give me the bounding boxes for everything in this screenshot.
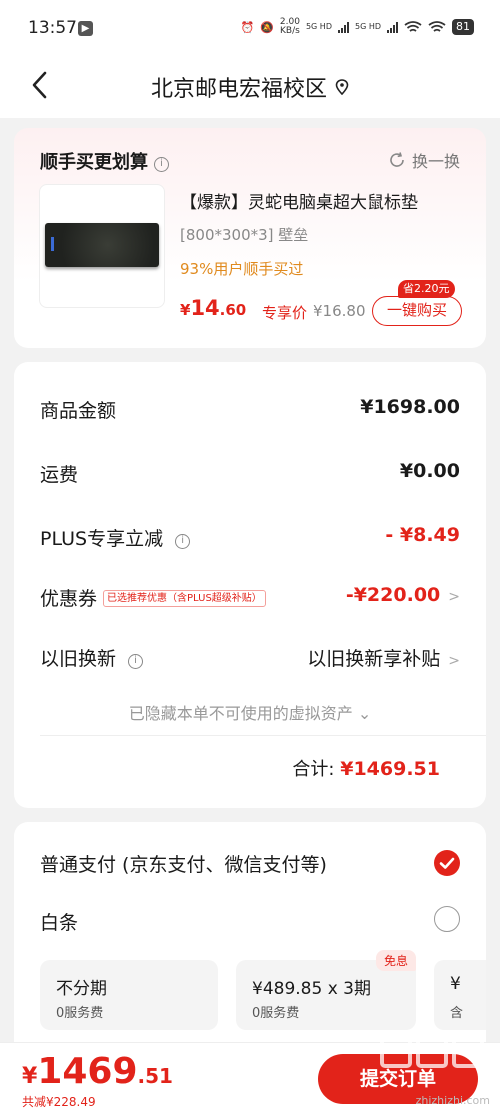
plus-discount-row: PLUS专享立减 i - ¥8.49: [40, 522, 460, 552]
battery-indicator: 81: [452, 19, 474, 35]
mute-icon: 🔕: [260, 20, 274, 34]
address-title[interactable]: 北京邮电宏福校区: [0, 71, 500, 103]
product-spec: [800*300*3] 壁垒: [180, 226, 309, 244]
save-badge: 省2.20元: [398, 280, 455, 298]
plus-discount-label-wrap: PLUS专享立减 i: [40, 524, 191, 551]
status-time: 13:57: [28, 18, 77, 38]
coupon-label: 优惠券: [40, 588, 98, 610]
chevron-right-icon: >: [448, 653, 460, 669]
plan-sub: 0服务费: [252, 1006, 300, 1021]
product-name[interactable]: 【爆款】灵蛇电脑桌超大鼠标垫: [180, 188, 418, 213]
trade-in-label: 以旧换新: [40, 648, 117, 670]
bundle-title: 顺手买更划算 i: [40, 148, 169, 174]
price-int: 14: [190, 296, 220, 320]
coupon-value: -¥220.00: [345, 584, 441, 606]
total-label: 合计:: [292, 759, 335, 780]
chevron-down-icon: ⌄: [357, 704, 372, 723]
plan-title: ¥489.85 x 3期: [252, 979, 371, 999]
network-speed-unit: KB/s: [280, 26, 300, 36]
checkout-price-dec: .51: [137, 1064, 173, 1088]
swap-button[interactable]: 换一换: [388, 148, 460, 172]
total-value: ¥1469.51: [340, 758, 440, 780]
order-summary-card: 商品金额 ¥1698.00 运费 ¥0.00 PLUS专享立减 i - ¥8.49…: [14, 362, 486, 808]
plan-sub: 0服务费: [56, 1006, 104, 1021]
plan-title: ¥: [450, 974, 461, 994]
signal-2-bars-icon: [387, 21, 398, 33]
app-notification-icon: ▶: [78, 21, 93, 36]
one-click-buy-button[interactable]: 一键购买: [372, 296, 462, 326]
plan-title: 不分期: [56, 979, 107, 999]
swap-label: 换一换: [411, 152, 460, 171]
address-text: 北京邮电宏福校区: [150, 77, 327, 102]
refresh-icon: [390, 152, 404, 167]
plus-discount-label: PLUS专享立减: [40, 528, 164, 550]
trade-in-value: 以旧换新享补贴: [307, 648, 441, 670]
order-total: 合计: ¥1469.51: [292, 755, 440, 781]
exclusive-price-label: 专享价: [262, 304, 308, 322]
product-price: ¥14.60: [180, 296, 246, 320]
network-speed: 2.00 KB/s: [280, 18, 300, 36]
total-saved: 共减¥228.49: [22, 1095, 96, 1109]
trade-in-info-icon[interactable]: i: [128, 654, 144, 669]
checkout-price-int: 1469: [37, 1051, 138, 1092]
installment-plan-none[interactable]: 不分期 0服务费: [40, 960, 218, 1030]
product-image[interactable]: [39, 184, 165, 308]
goods-amount-value: ¥1698.00: [360, 396, 460, 418]
bundle-suggestion-card: 顺手买更划算 i 换一换 【爆款】灵蛇电脑桌超大鼠标垫 [800*300*3] 壁…: [14, 128, 486, 348]
shipping-row: 运费 ¥0.00: [40, 458, 460, 488]
wifi-icon: [404, 20, 422, 32]
plan-sub: 含: [450, 1006, 464, 1021]
divider: [40, 735, 486, 736]
coupon-label-wrap: 优惠券 已选推荐优惠（含PLUS超级补贴）: [40, 584, 266, 611]
checkmark-selected-icon[interactable]: [434, 850, 460, 876]
mousepad-image: [45, 223, 159, 267]
coupon-row[interactable]: 优惠券 已选推荐优惠（含PLUS超级补贴） -¥220.00 >: [40, 582, 460, 612]
wifi-2-icon: [428, 20, 446, 32]
checkout-price-symbol: ¥: [22, 1064, 38, 1089]
signal-1-label: 5G HD: [305, 22, 332, 31]
coupon-tag: 已选推荐优惠（含PLUS超级补贴）: [103, 590, 266, 607]
header-area: 13:57 ▶ ⏰ 🔕 2.00 KB/s 5G HD 5G HD 81 北京邮…: [0, 0, 500, 118]
alarm-icon: ⏰: [240, 20, 255, 34]
chevron-right-icon: >: [448, 589, 460, 605]
price-dec: .60: [219, 301, 247, 319]
payment-option-normal[interactable]: 普通支付 (京东支付、微信支付等): [40, 850, 327, 877]
payment-option-baitiao[interactable]: 白条: [40, 908, 78, 935]
radio-unselected-icon[interactable]: [434, 906, 460, 932]
shipping-value: ¥0.00: [399, 460, 460, 482]
interest-free-badge: 免息: [375, 950, 416, 971]
bundle-title-text: 顺手买更划算: [40, 152, 148, 173]
shipping-label: 运费: [40, 464, 79, 486]
info-icon[interactable]: i: [154, 157, 169, 172]
social-proof: 93%用户顺手买过: [180, 260, 304, 278]
hidden-assets-text: 已隐藏本单不可使用的虚拟资产: [128, 704, 353, 723]
plus-info-icon[interactable]: i: [175, 534, 191, 549]
status-indicators: ⏰ 🔕 2.00 KB/s 5G HD 5G HD 81: [241, 18, 474, 36]
coupon-value-wrap: -¥220.00 >: [346, 584, 460, 606]
trade-in-row[interactable]: 以旧换新 i 以旧换新享补贴 >: [40, 642, 460, 672]
trade-in-value-wrap: 以旧换新享补贴 >: [307, 644, 460, 671]
trade-in-label-wrap: 以旧换新 i: [40, 644, 144, 671]
original-price: ¥16.80: [313, 302, 366, 320]
price-symbol: ¥: [180, 301, 191, 319]
hidden-assets-toggle[interactable]: 已隐藏本单不可使用的虚拟资产 ⌄: [14, 700, 486, 724]
goods-amount-label: 商品金额: [40, 400, 117, 422]
status-bar: 13:57 ▶ ⏰ 🔕 2.00 KB/s 5G HD 5G HD 81: [0, 0, 500, 58]
signal-1-bars-icon: [337, 21, 349, 33]
plus-discount-value: - ¥8.49: [385, 524, 460, 546]
nav-bar: 北京邮电宏福校区: [0, 58, 500, 114]
checkout-price: ¥1469.51: [22, 1051, 173, 1092]
watermark-text: zhizhizhi.com: [415, 1094, 490, 1107]
signal-2-label: 5G HD: [354, 22, 381, 31]
goods-amount-row: 商品金额 ¥1698.00: [40, 394, 460, 424]
installment-plan-3[interactable]: ¥489.85 x 3期 0服务费 免息: [236, 950, 416, 1030]
installment-plan-more[interactable]: ¥ 含: [434, 960, 486, 1030]
location-pin-icon: [335, 79, 349, 95]
